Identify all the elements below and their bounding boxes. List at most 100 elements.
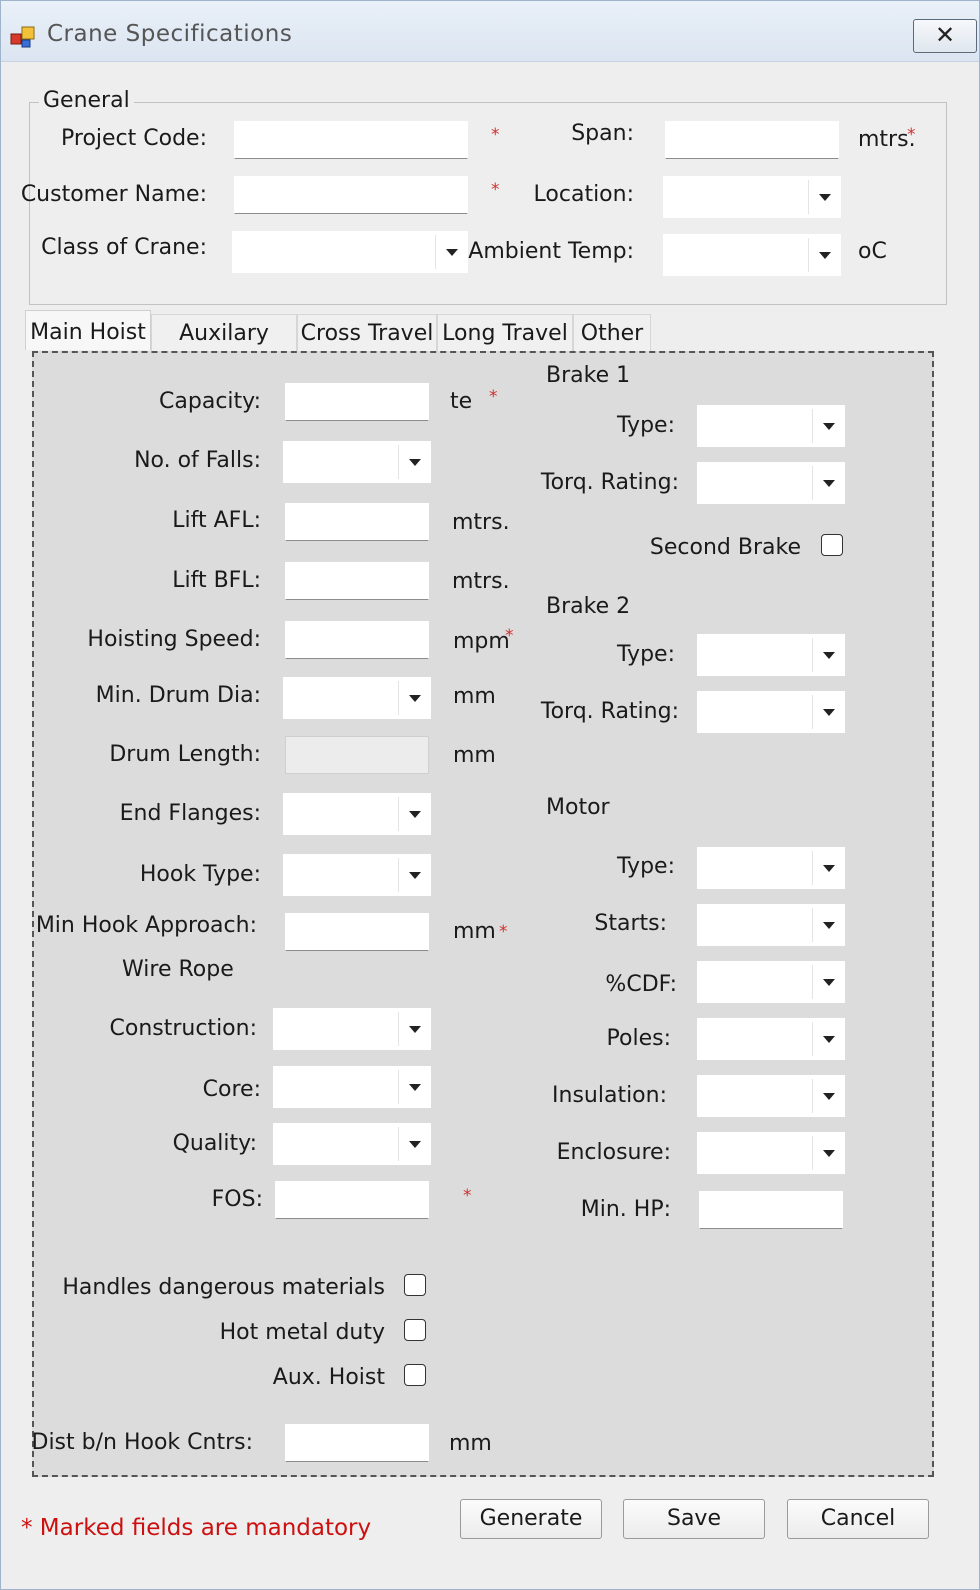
generate-button[interactable]: Generate — [460, 1499, 602, 1539]
falls-dropdown[interactable] — [283, 441, 431, 483]
hoisting-speed-required: * — [505, 626, 514, 646]
drum-dia-unit: mm — [453, 684, 496, 709]
close-button[interactable]: ✕ — [913, 19, 977, 53]
brake1-heading: Brake 1 — [546, 363, 631, 388]
chevron-down-icon — [813, 961, 845, 1003]
min-hp-input[interactable] — [699, 1191, 843, 1229]
hoisting-speed-input[interactable] — [285, 621, 429, 659]
chevron-down-icon — [399, 1008, 431, 1050]
save-button[interactable]: Save — [623, 1499, 765, 1539]
cdf-dropdown[interactable] — [697, 961, 845, 1003]
chevron-down-icon — [813, 1132, 845, 1174]
chevron-down-icon — [399, 854, 431, 896]
tab-auxilary-hoist[interactable]: Auxilary Hoist — [151, 314, 297, 384]
chevron-down-icon — [399, 793, 431, 835]
hot-metal-label: Hot metal duty — [219, 1320, 385, 1345]
app-icon — [10, 26, 35, 48]
brake2-heading: Brake 2 — [546, 594, 631, 619]
chevron-down-icon — [813, 1075, 845, 1117]
chevron-down-icon — [813, 691, 845, 733]
ambient-temp-label: Ambient Temp: — [468, 239, 634, 264]
motor-type-dropdown[interactable] — [697, 847, 845, 889]
hook-approach-label: Min Hook Approach: — [35, 913, 257, 938]
dist-label: Dist b/n Hook Cntrs: — [31, 1430, 254, 1455]
starts-dropdown[interactable] — [697, 904, 845, 946]
project-code-label: Project Code: — [61, 126, 207, 151]
lift-afl-label: Lift AFL: — [172, 508, 261, 533]
dist-input[interactable] — [285, 1424, 429, 1462]
chevron-down-icon — [399, 1066, 431, 1108]
brake1-torq-label: Torq. Rating: — [540, 470, 679, 495]
end-flanges-label: End Flanges: — [119, 801, 261, 826]
location-dropdown[interactable] — [663, 176, 841, 218]
customer-name-input[interactable] — [234, 176, 468, 214]
construction-dropdown[interactable] — [273, 1008, 431, 1050]
chevron-down-icon — [813, 1018, 845, 1060]
core-dropdown[interactable] — [273, 1066, 431, 1108]
cancel-button[interactable]: Cancel — [787, 1499, 929, 1539]
starts-label: Starts: — [594, 911, 667, 936]
window-title: Crane Specifications — [47, 21, 293, 47]
tab-main-hoist[interactable]: Main Hoist — [25, 310, 151, 350]
poles-label: Poles: — [606, 1026, 671, 1051]
tab-long-travel[interactable]: Long Travel — [437, 314, 573, 352]
ambient-temp-dropdown[interactable] — [663, 234, 841, 276]
aux-hoist-checkbox[interactable] — [404, 1364, 426, 1386]
hook-approach-input[interactable] — [285, 913, 429, 951]
hook-approach-unit: mm — [453, 919, 496, 944]
customer-name-required: * — [491, 180, 500, 200]
span-input[interactable] — [665, 121, 839, 159]
capacity-input[interactable] — [285, 383, 429, 421]
brake2-type-label: Type: — [617, 642, 675, 667]
lift-bfl-input[interactable] — [285, 562, 429, 600]
class-of-crane-label: Class of Crane: — [41, 235, 207, 260]
drum-dia-label: Min. Drum Dia: — [95, 683, 261, 708]
brake1-type-label: Type: — [617, 413, 675, 438]
chevron-down-icon — [813, 847, 845, 889]
brake2-torq-label: Torq. Rating: — [540, 699, 679, 724]
quality-label: Quality: — [172, 1131, 257, 1156]
crane-specifications-window: Crane Specifications ✕ General Project C… — [0, 0, 980, 1590]
insulation-dropdown[interactable] — [697, 1075, 845, 1117]
brake1-torq-dropdown[interactable] — [697, 462, 845, 504]
enclosure-dropdown[interactable] — [697, 1132, 845, 1174]
second-brake-checkbox[interactable] — [821, 534, 843, 556]
tab-other[interactable]: Other — [573, 314, 651, 352]
general-legend: General — [39, 88, 134, 113]
chevron-down-icon — [813, 405, 845, 447]
hook-type-label: Hook Type: — [139, 862, 261, 887]
project-code-input[interactable] — [234, 121, 468, 159]
capacity-required: * — [489, 387, 498, 407]
lift-afl-input[interactable] — [285, 503, 429, 541]
poles-dropdown[interactable] — [697, 1018, 845, 1060]
dangerous-checkbox[interactable] — [404, 1274, 426, 1296]
drum-dia-dropdown[interactable] — [283, 677, 431, 719]
second-brake-label: Second Brake — [649, 535, 801, 560]
brake2-type-dropdown[interactable] — [697, 634, 845, 676]
location-label: Location: — [533, 182, 634, 207]
capacity-unit: te — [450, 389, 473, 414]
hot-metal-checkbox[interactable] — [404, 1319, 426, 1341]
ambient-temp-unit: oC — [858, 239, 887, 264]
aux-hoist-label: Aux. Hoist — [272, 1365, 385, 1390]
capacity-label: Capacity: — [159, 389, 261, 414]
motor-type-label: Type: — [617, 854, 675, 879]
chevron-down-icon — [809, 176, 841, 218]
fos-required: * — [463, 1186, 472, 1206]
brake1-type-dropdown[interactable] — [697, 405, 845, 447]
min-hp-label: Min. HP: — [580, 1197, 671, 1222]
chevron-down-icon — [399, 1123, 431, 1165]
drum-length-label: Drum Length: — [109, 742, 261, 767]
quality-dropdown[interactable] — [273, 1123, 431, 1165]
tab-cross-travel[interactable]: Cross Travel — [297, 314, 437, 352]
brake2-torq-dropdown[interactable] — [697, 691, 845, 733]
mandatory-note: * Marked fields are mandatory — [21, 1515, 372, 1541]
hook-type-dropdown[interactable] — [283, 854, 431, 896]
dangerous-label: Handles dangerous materials — [62, 1275, 385, 1300]
fos-input[interactable] — [275, 1181, 429, 1219]
span-label: Span: — [571, 121, 634, 146]
falls-label: No. of Falls: — [134, 448, 261, 473]
class-of-crane-dropdown[interactable] — [232, 231, 468, 273]
wire-rope-heading: Wire Rope — [122, 957, 234, 982]
end-flanges-dropdown[interactable] — [283, 793, 431, 835]
